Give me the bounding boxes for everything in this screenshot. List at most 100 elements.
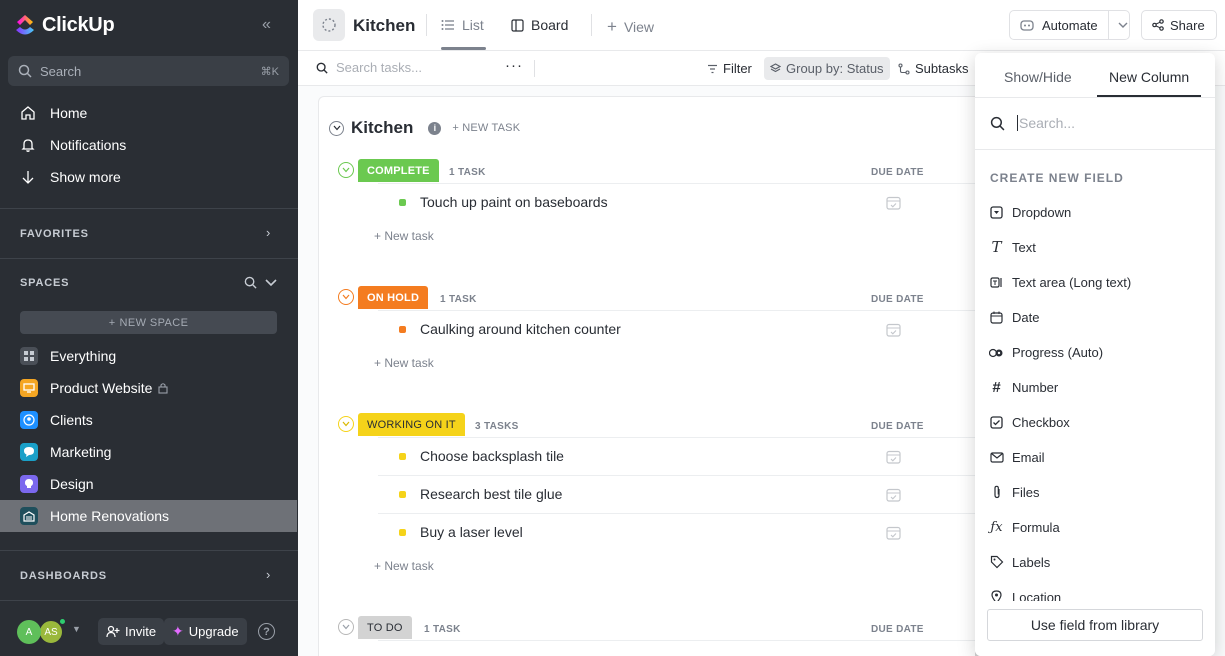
table-row[interactable]: Caulking around kitchen counter — [378, 310, 978, 347]
divider — [975, 149, 1215, 150]
page-title[interactable]: Kitchen — [353, 16, 415, 36]
spaces-chevron-down-icon[interactable] — [265, 278, 277, 288]
filter-button[interactable]: Filter — [701, 57, 758, 80]
new-task-button[interactable]: + New task — [374, 229, 434, 243]
status-square-icon[interactable] — [399, 325, 406, 333]
new-space-button[interactable]: + NEW SPACE — [20, 311, 277, 334]
field-progress[interactable]: Progress (Auto) — [989, 342, 1103, 362]
sidebar-search[interactable]: Search ⌘K — [8, 56, 289, 86]
tab-board-label: Board — [531, 17, 569, 33]
new-task-button[interactable]: + New task — [374, 559, 434, 573]
dashboards-chevron-icon[interactable]: › — [266, 567, 270, 582]
space-clients[interactable]: Clients — [0, 404, 297, 436]
space-marketing[interactable]: Marketing — [0, 436, 297, 468]
due-date-header[interactable]: DUE DATE — [871, 421, 924, 432]
tab-new-column[interactable]: New Column — [1109, 69, 1189, 85]
upgrade-button[interactable]: ✦ Upgrade — [164, 618, 247, 645]
chevron-down-icon[interactable] — [338, 416, 354, 432]
field-email[interactable]: Email — [989, 447, 1045, 467]
online-status-dot — [59, 618, 66, 625]
field-date[interactable]: Date — [989, 307, 1039, 327]
field-number[interactable]: # Number — [989, 377, 1058, 397]
status-badge[interactable]: WORKING ON IT — [358, 413, 465, 436]
due-date-header[interactable]: DUE DATE — [871, 624, 924, 635]
collapse-sidebar-icon[interactable]: « — [262, 16, 271, 34]
due-date-header[interactable]: DUE DATE — [871, 167, 924, 178]
table-row[interactable]: Buy a laser level — [378, 513, 978, 550]
more-options-icon[interactable]: ··· — [505, 57, 523, 74]
user-menu-chevron-icon[interactable]: ▼ — [72, 624, 81, 634]
chevron-down-icon[interactable] — [1118, 21, 1128, 29]
help-icon[interactable]: ? — [258, 623, 275, 640]
status-badge[interactable]: COMPLETE — [358, 159, 439, 182]
favorites-header[interactable]: FAVORITES — [20, 228, 89, 240]
table-row[interactable] — [378, 640, 978, 656]
field-label: Text area (Long text) — [1012, 274, 1132, 290]
calendar-icon[interactable] — [886, 195, 901, 210]
share-button[interactable]: Share — [1141, 10, 1217, 40]
chevron-down-icon[interactable] — [338, 619, 354, 635]
nav-home[interactable]: Home — [20, 101, 87, 125]
field-text[interactable]: T Text — [989, 237, 1035, 257]
invite-button[interactable]: Invite — [98, 618, 165, 645]
task-search[interactable]: Search tasks... — [316, 60, 422, 75]
field-checkbox[interactable]: Checkbox — [989, 412, 1070, 432]
automate-button[interactable]: Automate — [1009, 10, 1130, 40]
list-status-icon[interactable] — [313, 9, 345, 41]
new-task-header-button[interactable]: + NEW TASK — [452, 122, 520, 134]
calendar-icon[interactable] — [886, 487, 901, 502]
tab-show-hide[interactable]: Show/Hide — [1004, 69, 1072, 85]
add-view-button[interactable]: + View — [607, 17, 654, 37]
field-formula[interactable]: ƒx Formula — [989, 517, 1059, 537]
tab-board[interactable]: Board — [511, 17, 568, 33]
subtasks-button[interactable]: Subtasks — [892, 57, 974, 80]
nav-show-more[interactable]: Show more — [20, 165, 121, 189]
status-square-icon[interactable] — [399, 452, 406, 460]
avatar[interactable]: A — [17, 620, 41, 644]
use-field-from-library-button[interactable]: Use field from library — [987, 609, 1203, 641]
task-name[interactable]: Choose backsplash tile — [420, 448, 564, 464]
status-badge[interactable]: TO DO — [358, 616, 412, 639]
spaces-search-icon[interactable] — [244, 276, 257, 289]
sidebar-footer: A AS ▼ Invite ✦ Upgrade ? — [0, 606, 298, 656]
chevron-down-icon[interactable] — [338, 289, 354, 305]
task-name[interactable]: Caulking around kitchen counter — [420, 321, 621, 337]
group-by-button[interactable]: Group by: Status — [764, 57, 890, 80]
clickup-logo[interactable]: ClickUp — [14, 13, 115, 37]
dashboards-header[interactable]: DASHBOARDS — [20, 570, 107, 582]
space-design[interactable]: Design — [0, 468, 297, 500]
status-badge[interactable]: ON HOLD — [358, 286, 429, 309]
table-row[interactable]: Research best tile glue — [378, 475, 978, 512]
spaces-header[interactable]: SPACES — [20, 277, 69, 289]
field-text-area[interactable]: Text area (Long text) — [989, 272, 1131, 292]
calendar-icon[interactable] — [886, 322, 901, 337]
list-name[interactable]: Kitchen — [351, 118, 413, 138]
field-dropdown[interactable]: Dropdown — [989, 202, 1071, 222]
space-everything[interactable]: Everything — [0, 340, 297, 372]
subtasks-icon — [898, 62, 910, 75]
tab-list[interactable]: List — [441, 17, 484, 33]
table-row[interactable]: Choose backsplash tile — [378, 437, 978, 474]
field-files[interactable]: Files — [989, 482, 1039, 502]
nav-notifications[interactable]: Notifications — [20, 133, 126, 157]
table-row[interactable]: Touch up paint on baseboards — [378, 183, 978, 220]
status-square-icon[interactable] — [399, 490, 406, 498]
new-task-button[interactable]: + New task — [374, 356, 434, 370]
chevron-down-icon[interactable] — [338, 162, 354, 178]
favorites-chevron-icon[interactable]: › — [266, 225, 270, 240]
field-search-input[interactable]: Search... — [990, 115, 1075, 131]
field-label: Labels — [1012, 554, 1051, 570]
status-square-icon[interactable] — [399, 528, 406, 536]
calendar-icon[interactable] — [886, 449, 901, 464]
field-labels[interactable]: Labels — [989, 552, 1050, 572]
due-date-header[interactable]: DUE DATE — [871, 294, 924, 305]
calendar-icon[interactable] — [886, 525, 901, 540]
info-icon[interactable]: i — [428, 121, 442, 135]
task-name[interactable]: Touch up paint on baseboards — [420, 194, 608, 210]
task-name[interactable]: Buy a laser level — [420, 524, 523, 540]
task-name[interactable]: Research best tile glue — [420, 486, 562, 502]
space-home-renovations[interactable]: Home Renovations — [0, 500, 297, 532]
status-square-icon[interactable] — [399, 198, 406, 206]
space-product-website[interactable]: Product Website — [0, 372, 297, 404]
chevron-down-icon[interactable] — [329, 120, 344, 136]
